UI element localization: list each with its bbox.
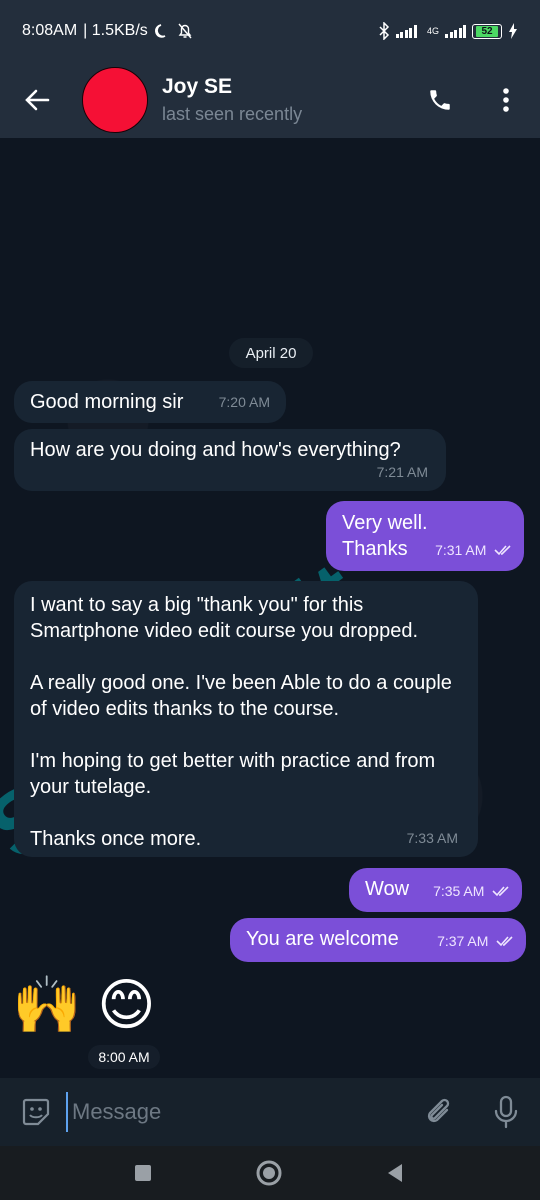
avatar[interactable] xyxy=(82,67,148,133)
system-nav-bar xyxy=(0,1146,540,1200)
message-outgoing[interactable]: You are welcome 7:37 AM xyxy=(230,918,526,962)
message-time: 7:35 AM xyxy=(433,883,485,899)
last-seen: last seen recently xyxy=(162,104,303,124)
message-outgoing[interactable]: Very well. Thanks 7:31 AM xyxy=(326,501,524,571)
message-input-bar xyxy=(0,1078,540,1146)
chat-area[interactable]: SmartEdit April 20 Good morning sir 7:20… xyxy=(0,138,540,1078)
chat-header: Joy SE last seen recently xyxy=(0,62,540,138)
message-time: 7:37 AM xyxy=(437,933,489,949)
battery-icon: 52 xyxy=(472,23,502,39)
message-text: How are you doing and how's everything? xyxy=(30,439,401,461)
message-time: 7:33 AM xyxy=(406,830,458,846)
microphone-icon xyxy=(494,1095,518,1129)
paperclip-icon xyxy=(427,1098,450,1123)
message-paragraph: A really good one. I've been Able to do … xyxy=(30,672,452,720)
voice-button[interactable] xyxy=(488,1094,524,1130)
more-menu-button[interactable] xyxy=(484,78,528,122)
message-paragraph: I'm hoping to get better with practice a… xyxy=(30,750,436,798)
message-text: You are welcome xyxy=(246,928,399,950)
signal-icon xyxy=(395,24,417,38)
charging-icon xyxy=(509,23,517,39)
emoji-message[interactable]: 🙌 😊 xyxy=(12,973,156,1037)
message-incoming[interactable]: I want to say a big "thank you" for this… xyxy=(14,581,478,857)
message-text-line1: Very well. xyxy=(342,512,428,534)
more-vertical-icon xyxy=(503,88,509,112)
message-outgoing[interactable]: Wow 7:35 AM xyxy=(349,868,522,912)
sticker-icon xyxy=(22,1098,50,1126)
phone-icon xyxy=(430,90,450,110)
recents-button[interactable] xyxy=(128,1158,158,1188)
bluetooth-icon xyxy=(379,22,390,40)
message-text: Good morning sir xyxy=(30,391,184,413)
circle-icon xyxy=(256,1160,282,1186)
message-paragraph: I want to say a big "thank you" for this… xyxy=(30,594,419,642)
status-bar: 8:08AM | 1.5KB/s 4G 52 xyxy=(0,0,540,62)
contact-info[interactable]: Joy SE last seen recently xyxy=(162,75,302,125)
moon-icon xyxy=(154,24,166,38)
message-text: Wow xyxy=(365,878,410,900)
bell-off-icon xyxy=(178,23,192,39)
date-separator: April 20 xyxy=(229,338,313,368)
call-button[interactable] xyxy=(418,78,462,122)
message-time: 7:21 AM xyxy=(376,464,428,480)
message-incoming[interactable]: How are you doing and how's everything? … xyxy=(14,429,446,491)
double-check-icon xyxy=(494,545,511,555)
message-time: 7:31 AM xyxy=(435,542,487,558)
home-button[interactable] xyxy=(254,1158,284,1188)
triangle-back-icon xyxy=(388,1164,402,1182)
double-check-icon xyxy=(492,886,509,896)
message-paragraph: Thanks once more. xyxy=(30,828,202,850)
contact-name: Joy SE xyxy=(162,75,233,98)
square-icon xyxy=(135,1165,151,1181)
double-check-icon xyxy=(496,936,513,946)
status-time: 8:08AM xyxy=(22,22,78,39)
signal-icon-2 xyxy=(445,24,466,38)
attach-button[interactable] xyxy=(422,1094,458,1130)
message-time: 7:20 AM xyxy=(218,394,270,410)
battery-level: 52 xyxy=(476,25,498,37)
status-speed: | 1.5KB/s xyxy=(83,22,148,39)
message-meta: 7:35 AM xyxy=(433,877,512,904)
message-meta: 7:31 AM xyxy=(435,536,514,563)
back-button[interactable] xyxy=(0,62,74,138)
emoji-button[interactable] xyxy=(18,1094,54,1130)
back-nav-button[interactable] xyxy=(380,1158,410,1188)
message-incoming[interactable]: Good morning sir 7:20 AM xyxy=(14,381,286,423)
network-type: 4G xyxy=(426,26,439,36)
message-meta: 7:37 AM xyxy=(437,927,516,954)
message-time: 8:00 AM xyxy=(88,1045,160,1069)
message-input[interactable] xyxy=(66,1092,386,1132)
arrow-left-icon xyxy=(25,89,50,111)
